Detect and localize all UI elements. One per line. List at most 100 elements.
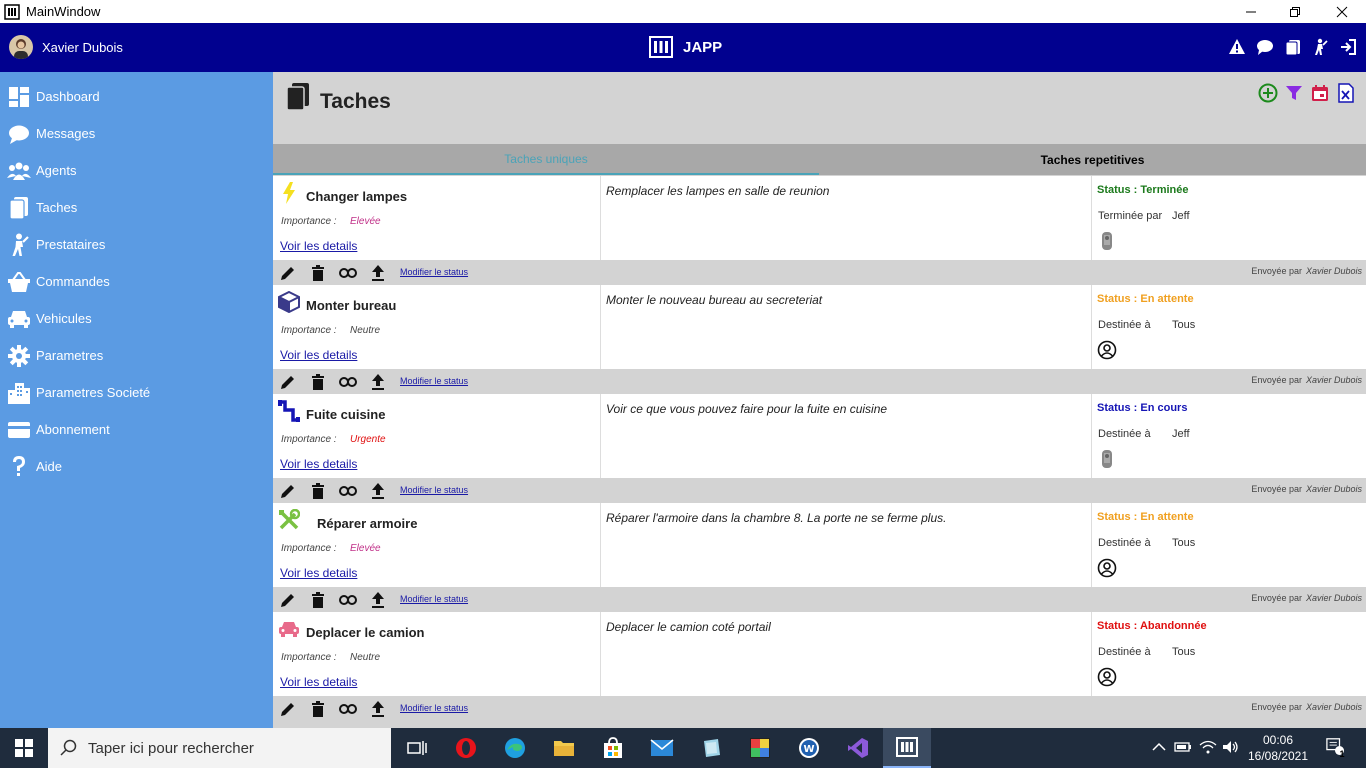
worker-icon[interactable] <box>1311 38 1329 56</box>
tools-icon <box>278 509 300 531</box>
details-link[interactable]: Voir les details <box>280 566 357 580</box>
user-avatar[interactable] <box>9 35 33 59</box>
link-button[interactable] <box>339 264 357 282</box>
taskbar-search[interactable]: Taper ici pour rechercher <box>48 728 391 768</box>
add-task-button[interactable] <box>1257 82 1279 104</box>
importance-value: Neutre <box>350 325 381 336</box>
modify-status-link[interactable]: Modifier le status <box>400 267 468 277</box>
opera-app[interactable] <box>442 728 490 768</box>
app-w[interactable]: W <box>785 728 833 768</box>
file-explorer-app[interactable] <box>540 728 588 768</box>
task-view-button[interactable] <box>393 728 441 768</box>
task-status-panel: Status : En attente Destinée à Tous <box>1092 285 1366 369</box>
taskbar: Taper ici pour rechercher W 00:06 16/08/… <box>0 728 1366 768</box>
sidebar-item-parametres-societe[interactable]: Parametres Societé <box>0 374 273 411</box>
assign-label: Terminée par <box>1098 210 1163 222</box>
link-button[interactable] <box>339 373 357 391</box>
clipboard-icon[interactable] <box>1284 38 1302 56</box>
modify-status-link[interactable]: Modifier le status <box>400 703 468 713</box>
task-name: Changer lampes <box>306 189 408 204</box>
sidebar-item-aide[interactable]: Aide <box>0 448 273 485</box>
delete-button[interactable] <box>309 700 327 718</box>
assign-label: Destinée à <box>1098 428 1151 440</box>
delete-button[interactable] <box>309 373 327 391</box>
app-paint[interactable] <box>736 728 784 768</box>
importance-value: Neutre <box>350 652 381 663</box>
modify-status-link[interactable]: Modifier le status <box>400 376 468 386</box>
assign-value: Jeff <box>1172 210 1190 222</box>
link-button[interactable] <box>339 482 357 500</box>
edit-button[interactable] <box>279 700 297 718</box>
task-name: Réparer armoire <box>317 516 418 531</box>
taskbar-clock[interactable]: 00:06 16/08/2021 <box>1240 732 1316 764</box>
edit-button[interactable] <box>279 482 297 500</box>
sidebar-item-abonnement[interactable]: Abonnement <box>0 411 273 448</box>
modify-status-link[interactable]: Modifier le status <box>400 594 468 604</box>
export-excel-button[interactable] <box>1335 82 1357 104</box>
start-button[interactable] <box>0 728 48 768</box>
delete-button[interactable] <box>309 482 327 500</box>
filter-button[interactable] <box>1283 82 1305 104</box>
sidebar-item-label: Parametres Societé <box>36 385 151 400</box>
sidebar-item-label: Taches <box>36 200 78 215</box>
details-link[interactable]: Voir les details <box>280 457 357 471</box>
upload-button[interactable] <box>369 591 387 609</box>
task-actions: Modifier le status Envoyée par Xavier Dub… <box>273 478 1366 503</box>
wifi-icon[interactable] <box>1199 738 1217 756</box>
sidebar-item-vehicules[interactable]: Vehicules <box>0 300 273 337</box>
delete-button[interactable] <box>309 264 327 282</box>
upload-button[interactable] <box>369 700 387 718</box>
visual-studio-app[interactable] <box>834 728 882 768</box>
sidebar-item-messages[interactable]: Messages <box>0 115 273 152</box>
chevron-up-icon[interactable] <box>1150 738 1168 756</box>
sidebar-item-dashboard[interactable]: Dashboard <box>0 78 273 115</box>
sidebar-item-commandes[interactable]: Commandes <box>0 263 273 300</box>
task-status-panel: Status : Terminée Terminée par Jeff <box>1092 176 1366 260</box>
importance-label: Importance : <box>281 652 337 663</box>
upload-button[interactable] <box>369 373 387 391</box>
logout-icon[interactable] <box>1339 38 1357 56</box>
sidebar-item-agents[interactable]: Agents <box>0 152 273 189</box>
task-card: Réparer armoire Importance : Elevée Voir… <box>273 503 1366 587</box>
close-button[interactable] <box>1319 0 1365 23</box>
link-button[interactable] <box>339 700 357 718</box>
sidebar-item-prestataires[interactable]: Prestataires <box>0 226 273 263</box>
tab-taches-repetitives[interactable]: Taches repetitives <box>819 144 1366 175</box>
store-app[interactable] <box>589 728 637 768</box>
battery-icon[interactable] <box>1174 738 1192 756</box>
modify-status-link[interactable]: Modifier le status <box>400 485 468 495</box>
description-text: Réparer l'armoire dans la chambre 8. La … <box>606 511 947 525</box>
sidebar-item-taches[interactable]: Taches <box>0 189 273 226</box>
credit-card-icon <box>7 418 31 442</box>
car-icon <box>7 307 31 331</box>
calendar-button[interactable] <box>1309 82 1331 104</box>
details-link[interactable]: Voir les details <box>280 239 357 253</box>
minimize-button[interactable] <box>1228 0 1274 23</box>
sent-by: Envoyée par Xavier Dubois <box>1251 484 1362 494</box>
details-link[interactable]: Voir les details <box>280 675 357 689</box>
user-name[interactable]: Xavier Dubois <box>42 40 123 55</box>
edge-app[interactable] <box>491 728 539 768</box>
link-icon <box>339 595 357 605</box>
edit-button[interactable] <box>279 264 297 282</box>
edit-button[interactable] <box>279 373 297 391</box>
app-notes[interactable] <box>687 728 735 768</box>
sidebar-item-parametres[interactable]: Parametres <box>0 337 273 374</box>
japp-taskbar-app[interactable] <box>883 728 931 768</box>
car-icon <box>278 618 300 640</box>
upload-button[interactable] <box>369 482 387 500</box>
mail-app[interactable] <box>638 728 686 768</box>
upload-button[interactable] <box>369 264 387 282</box>
chat-icon[interactable] <box>1256 38 1274 56</box>
user-circle-icon <box>1097 558 1117 578</box>
delete-button[interactable] <box>309 591 327 609</box>
edit-button[interactable] <box>279 591 297 609</box>
volume-icon[interactable] <box>1222 738 1240 756</box>
tab-taches-uniques[interactable]: Taches uniques <box>273 144 819 175</box>
task-description: Deplacer le camion coté portail <box>601 612 1092 696</box>
add-circle-icon <box>1258 83 1278 103</box>
link-button[interactable] <box>339 591 357 609</box>
restore-button[interactable] <box>1272 0 1318 23</box>
details-link[interactable]: Voir les details <box>280 348 357 362</box>
alert-icon[interactable] <box>1228 38 1246 56</box>
